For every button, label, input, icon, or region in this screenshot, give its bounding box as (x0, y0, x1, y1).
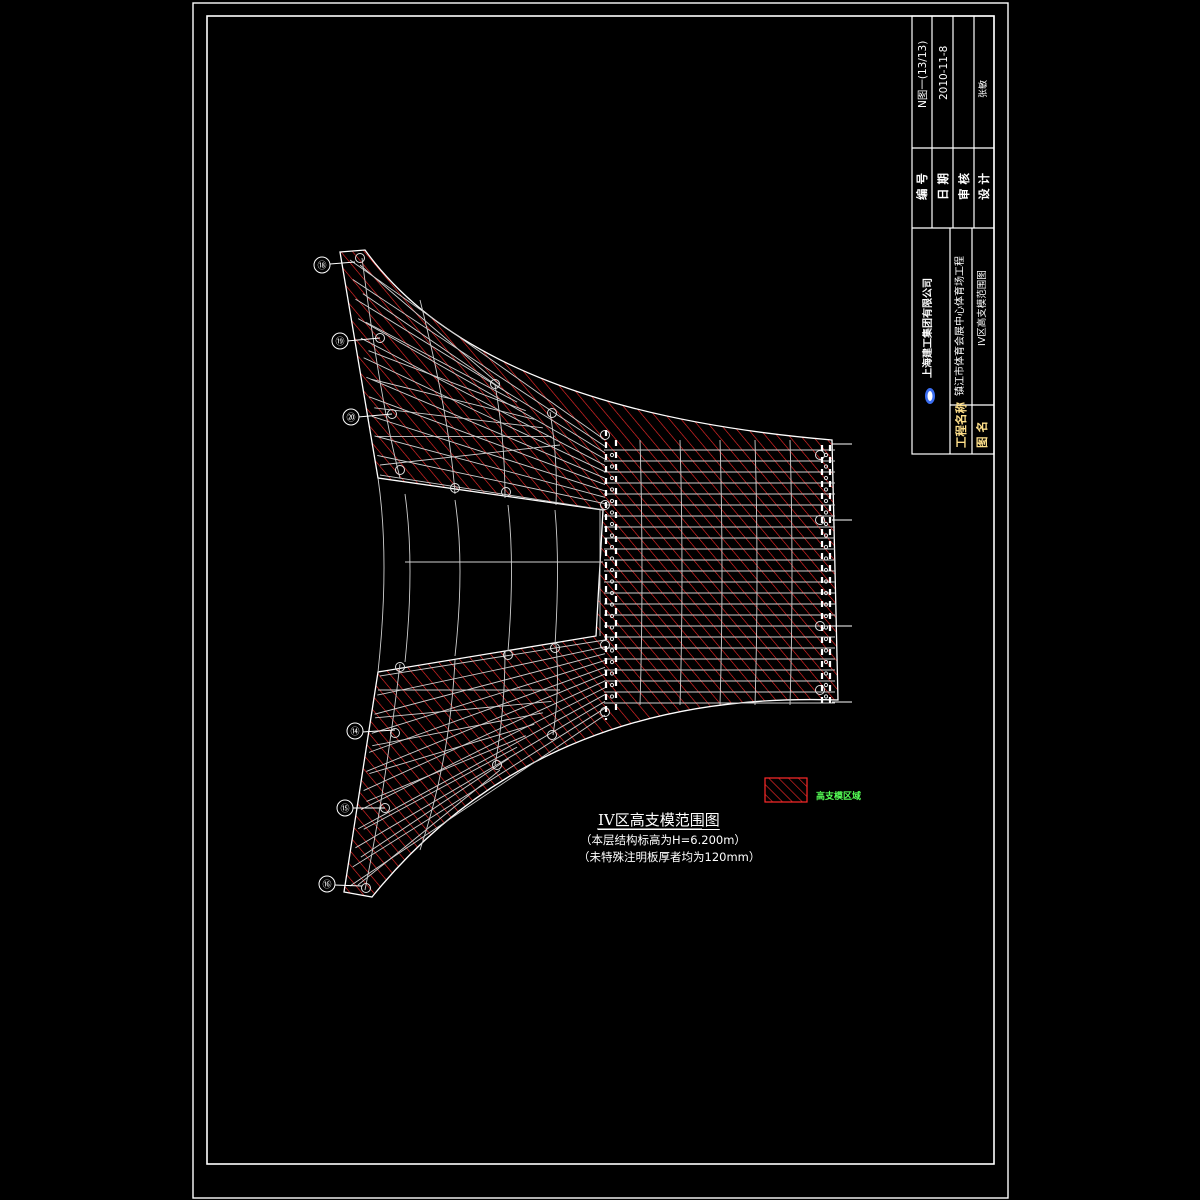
svg-text:⑭: ⑭ (350, 727, 359, 738)
axis-bubble-15: ⑮ (336, 799, 354, 817)
svg-text:⑯: ⑯ (322, 880, 331, 891)
title-block-design-label: 设 计 (977, 172, 991, 200)
slab-thickness-note: （未特殊注明板厚者均为120mm） (578, 850, 761, 864)
svg-text:⑱: ⑱ (317, 261, 326, 272)
title-block-drawing-name-value: IV区高支模范围图 (977, 270, 988, 346)
title-block-drawing-name-label: 图 名 (975, 420, 989, 448)
svg-text:⑲: ⑲ (335, 337, 344, 348)
title-block-project-label: 工程名称 (954, 402, 968, 448)
legend-label: 高支模区域 (816, 792, 862, 802)
high-formwork-region (339, 249, 839, 898)
legend-hatch-swatch (764, 777, 808, 803)
title-block-review-label: 审 核 (957, 172, 971, 200)
axis-bubble-20: ⑳ (342, 408, 360, 426)
drawing-title: IV区高支模范围图 (598, 811, 720, 829)
elevation-note: （本层结构标高为H=6.200m） (580, 833, 746, 847)
svg-text:⑳: ⑳ (346, 413, 355, 424)
axis-bubble-16: ⑯ (318, 875, 336, 893)
svg-text:⑮: ⑮ (340, 804, 349, 815)
axis-bubble-14: ⑭ (346, 722, 364, 740)
axis-bubble-18: ⑱ (313, 256, 331, 274)
company-logo-icon (925, 388, 935, 404)
cad-drawing-canvas: ⑱ ⑲ ⑳ ⑭ ⑮ ⑯ (192, 2, 1009, 1199)
title-block-date-value: 2010-11-8 (938, 45, 950, 100)
title-block-number-value: N图一(13/13) (917, 40, 929, 108)
axis-bubble-19: ⑲ (331, 332, 349, 350)
title-block-project-value: 镇江市体育会展中心体育场工程 (955, 256, 966, 396)
title-block-designer-value: 张敏 (979, 79, 989, 98)
title-block-number-label: 编 号 (915, 172, 929, 200)
title-block-date-label: 日 期 (936, 172, 950, 200)
title-block-company: 上海建工集团有限公司 (923, 278, 934, 378)
